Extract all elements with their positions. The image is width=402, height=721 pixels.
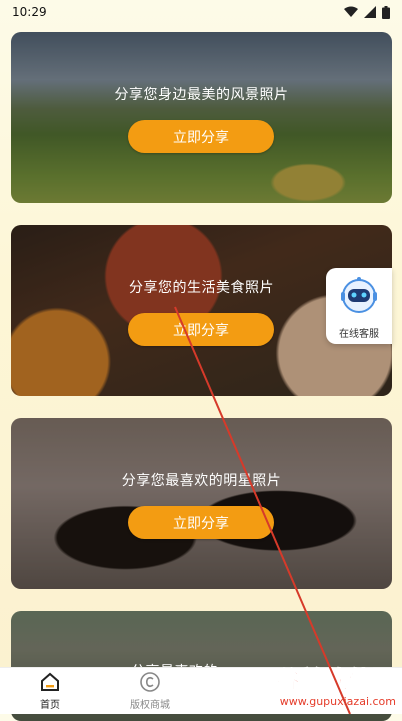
battery-icon xyxy=(382,5,390,19)
scenery-card[interactable]: 分享您身边最美的风景照片 立即分享 xyxy=(11,32,392,203)
share-button[interactable]: 立即分享 xyxy=(128,120,274,153)
nav-home-label: 首页 xyxy=(40,700,60,711)
home-icon xyxy=(41,672,59,691)
watermark: 谷普软件园 www.gupuxiazai.com xyxy=(220,660,397,709)
share-button[interactable]: 立即分享 xyxy=(128,506,274,539)
copyright-icon xyxy=(140,672,160,692)
card-title: 分享您最喜欢的明星照片 xyxy=(121,473,282,489)
status-icons xyxy=(344,5,390,19)
signal-icon xyxy=(364,6,376,18)
wifi-icon xyxy=(344,6,358,17)
watermark-url: www.gupuxiazai.com xyxy=(279,695,396,708)
nav-home[interactable]: 首页 xyxy=(0,668,100,714)
status-bar: 10:29 xyxy=(0,0,402,24)
online-service-label: 在线客服 xyxy=(339,329,379,340)
card-title: 分享您身边最美的风景照片 xyxy=(114,87,289,103)
nav-copyright-store[interactable]: 版权商城 xyxy=(100,668,200,714)
status-time: 10:29 xyxy=(12,5,47,19)
card-overlay xyxy=(11,32,392,203)
share-button[interactable]: 立即分享 xyxy=(128,313,274,346)
watermark-brand: 谷普软件园 xyxy=(276,666,397,695)
nav-copyright-store-label: 版权商城 xyxy=(130,700,170,711)
online-service-button[interactable]: 在线客服 xyxy=(326,268,392,344)
card-overlay xyxy=(11,418,392,589)
robot-icon xyxy=(341,277,377,313)
celebrity-card[interactable]: 分享您最喜欢的明星照片 立即分享 xyxy=(11,418,392,589)
